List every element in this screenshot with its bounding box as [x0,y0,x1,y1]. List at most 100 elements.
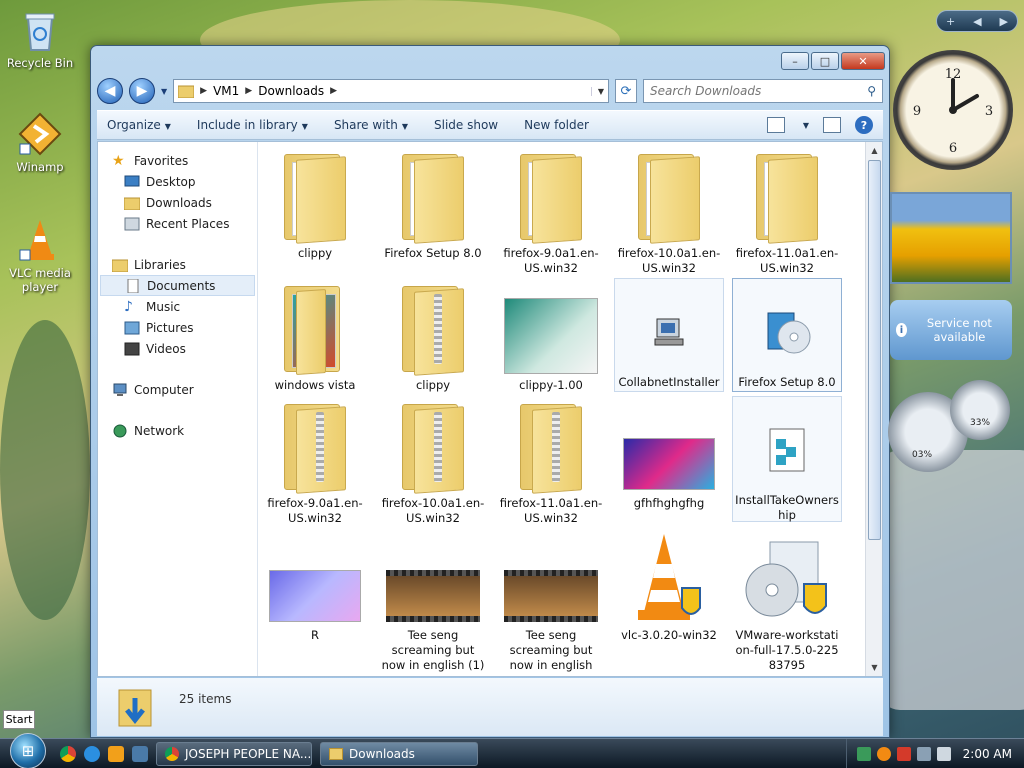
desktop-icon-winamp[interactable]: Winamp [0,112,80,174]
file-item[interactable]: firefox-11.0a1.en-US.win32 [732,146,842,276]
desktop-icon-recycle-bin[interactable]: Recycle Bin [0,8,80,70]
help-button[interactable]: ? [855,116,873,134]
vertical-scrollbar[interactable]: ▲ ▼ [865,142,882,676]
slideshow-gadget[interactable] [890,192,1012,284]
nav-pictures[interactable]: Pictures [98,317,257,338]
clock-face-icon: 12369 [913,67,993,156]
file-item[interactable]: firefox-9.0a1.en-US.win32 [496,146,606,276]
search-box[interactable]: ⚲ [643,79,883,103]
internet-explorer-icon[interactable] [84,745,100,762]
network-tray-icon[interactable] [856,746,871,761]
back-button[interactable]: ◀ [97,78,123,104]
taskbar-item-downloads[interactable]: Downloads [320,741,478,766]
new-folder-button[interactable]: New folder [524,118,589,132]
file-item[interactable]: gfhfhghgfhg [614,396,724,511]
libraries-icon [111,258,129,272]
taskbar-item-chrome[interactable]: JOSEPH PEOPLE NA... [156,741,312,766]
scrollbar-thumb[interactable] [868,160,881,540]
close-button[interactable]: ✕ [841,52,885,70]
file-list: clippy Firefox Setup 8.0 firefox-9.0a1.e… [260,142,864,676]
organize-button[interactable]: Organize ▼ [107,118,171,132]
previous-gadget-button[interactable]: ◀ [973,15,981,28]
file-item[interactable]: firefox-10.0a1.en-US.win32 [378,396,488,526]
file-item[interactable]: vlc-3.0.20-win32 [614,528,724,643]
recycle-bin-icon [18,8,62,52]
file-item[interactable]: Firefox Setup 8.0 [732,278,842,392]
media-player-icon[interactable] [108,745,124,762]
nav-network[interactable]: Network [98,420,257,441]
forward-button[interactable]: ▶ [129,78,155,104]
weather-gadget[interactable]: i Service not available [890,300,1012,360]
file-item[interactable]: Tee seng screaming but now in english (1… [378,528,488,673]
maximize-button[interactable]: □ [811,52,839,70]
file-item[interactable]: VMware-workstation-full-17.5.0-22583795 [732,528,842,673]
search-tray-icon[interactable] [876,746,891,761]
file-name: firefox-10.0a1.en-US.win32 [381,496,485,525]
warning-tray-icon[interactable] [896,746,911,761]
downloads-folder-icon [123,196,141,210]
nav-desktop[interactable]: Desktop [98,171,257,192]
nav-downloads[interactable]: Downloads [98,192,257,213]
file-item[interactable]: clippy [378,278,488,393]
file-item[interactable]: Firefox Setup 8.0 [378,146,488,261]
change-view-icon[interactable] [766,117,785,133]
file-item[interactable]: InstallTakeOwnership [732,396,842,522]
file-item[interactable]: firefox-11.0a1.en-US.win32 [496,396,606,526]
chrome-icon[interactable] [60,745,76,762]
nav-recent-places[interactable]: Recent Places [98,213,257,234]
add-gadget-button[interactable]: + [946,15,955,28]
file-item[interactable]: clippy [260,146,370,261]
nav-videos[interactable]: Videos [98,338,257,359]
svg-text:6: 6 [949,141,957,156]
preview-pane-icon[interactable] [823,117,841,133]
nav-favorites[interactable]: ★ Favorites [98,150,257,171]
memory-meter-gadget[interactable]: 33% [950,380,1010,440]
slide-show-button[interactable]: Slide show [434,118,498,132]
search-icon[interactable]: ⚲ [867,84,876,98]
volume-tray-icon[interactable] [936,746,951,761]
file-item[interactable]: firefox-9.0a1.en-US.win32 [260,396,370,526]
address-dropdown-icon[interactable]: ▼ [590,86,604,96]
breadcrumb-downloads[interactable]: Downloads [258,84,324,98]
folder-icon [282,286,348,376]
nav-documents[interactable]: Documents [100,275,255,296]
file-item[interactable]: CollabnetInstaller [614,278,724,392]
taskbar-clock[interactable]: 2:00 AM [963,747,1012,761]
recent-pages-dropdown-icon[interactable]: ▼ [161,87,167,96]
file-item[interactable]: firefox-10.0a1.en-US.win32 [614,146,724,276]
search-input[interactable] [650,84,868,98]
file-name: firefox-10.0a1.en-US.win32 [617,246,721,275]
chevron-down-icon: ▼ [301,122,308,131]
content-area: ★ Favorites Desktop Downloads Recent Pla… [97,141,883,677]
minimize-button[interactable]: – [781,52,809,70]
file-name: CollabnetInstaller [618,375,720,389]
breadcrumb-vm1[interactable]: VM1 [213,84,239,98]
connection-tray-icon[interactable] [916,746,931,761]
folder-icon [636,154,702,244]
view-options-dropdown-icon[interactable]: ▼ [803,121,809,130]
nav-music[interactable]: ♪ Music [98,296,257,317]
star-icon: ★ [112,152,125,169]
switch-windows-icon[interactable] [132,745,148,762]
scroll-down-icon[interactable]: ▼ [867,660,882,675]
nav-label: Downloads [146,195,212,210]
scroll-up-icon[interactable]: ▲ [867,143,882,158]
address-bar[interactable]: ▶ VM1 ▶ Downloads ▶ ▼ [173,79,609,103]
file-name: InstallTakeOwnership [735,493,839,522]
folder-icon [400,154,466,244]
clock-gadget[interactable]: 12 3 6 9 [893,50,1013,170]
file-item[interactable]: R [260,528,370,643]
nav-libraries[interactable]: Libraries [98,254,257,275]
file-name: Tee seng screaming but now in english [509,628,593,672]
nav-computer[interactable]: Computer [98,379,257,400]
start-button[interactable]: ⊞ [10,732,46,768]
share-with-button[interactable]: Share with ▼ [334,118,408,132]
file-item[interactable]: Tee seng screaming but now in english [496,528,606,673]
background-shape [0,320,90,620]
next-gadget-button[interactable]: ▶ [1000,15,1008,28]
file-item[interactable]: windows vista [260,278,370,393]
refresh-button[interactable]: ⟳ [615,79,637,103]
desktop-icon-vlc[interactable]: VLC media player [0,218,80,294]
include-in-library-button[interactable]: Include in library ▼ [197,118,308,132]
file-item[interactable]: clippy-1.00 [496,278,606,393]
